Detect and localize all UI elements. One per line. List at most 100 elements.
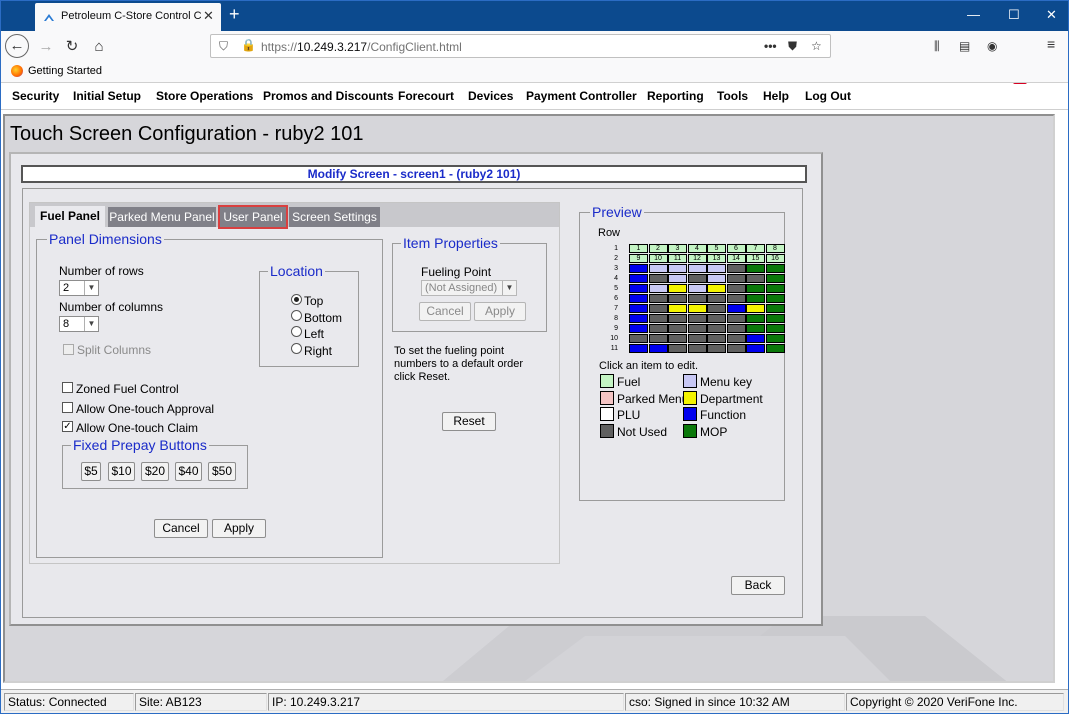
preview-grid-cell[interactable] bbox=[648, 324, 668, 333]
preview-grid-cell[interactable] bbox=[629, 334, 648, 343]
preview-grid-cell[interactable] bbox=[746, 304, 765, 313]
preview-fuel-cell[interactable]: 11 bbox=[668, 254, 687, 263]
url-bar[interactable]: ⛉ 🔒 https://10.249.3.217/ConfigClient.ht… bbox=[210, 34, 831, 58]
back-button[interactable]: Back bbox=[731, 576, 785, 595]
item-cancel-button[interactable]: Cancel bbox=[419, 302, 471, 321]
prepay-50-button[interactable]: $50 bbox=[208, 462, 236, 481]
preview-grid-cell[interactable] bbox=[687, 324, 707, 333]
preview-grid-cell[interactable] bbox=[726, 344, 746, 353]
preview-grid-cell[interactable] bbox=[726, 274, 746, 283]
menu-devices[interactable]: Devices bbox=[468, 89, 513, 103]
reset-button[interactable]: Reset bbox=[442, 412, 496, 431]
preview-grid-cell[interactable] bbox=[746, 294, 765, 303]
library-icon[interactable]: ⫼ bbox=[934, 39, 940, 54]
preview-grid-cell[interactable] bbox=[765, 324, 785, 333]
preview-grid-cell[interactable] bbox=[687, 284, 707, 293]
maximize-icon[interactable]: ☐ bbox=[1008, 7, 1020, 23]
preview-grid-cell[interactable] bbox=[765, 284, 785, 293]
prepay-40-button[interactable]: $40 bbox=[175, 462, 202, 481]
preview-grid-cell[interactable] bbox=[629, 274, 648, 283]
preview-fuel-cell[interactable]: 5 bbox=[707, 244, 726, 253]
pocket-icon[interactable]: ⛊ bbox=[788, 39, 797, 54]
preview-grid-cell[interactable] bbox=[687, 334, 707, 343]
one-touch-approval-checkbox[interactable] bbox=[62, 402, 73, 413]
menu-reporting[interactable]: Reporting bbox=[647, 89, 704, 103]
preview-grid-cell[interactable] bbox=[765, 314, 785, 323]
fueling-point-select[interactable]: (Not Assigned) ▼ bbox=[421, 280, 517, 296]
preview-grid-cell[interactable] bbox=[746, 334, 765, 343]
location-bottom-radio[interactable] bbox=[291, 310, 302, 321]
location-left-radio[interactable] bbox=[291, 326, 302, 337]
preview-grid-cell[interactable] bbox=[629, 324, 648, 333]
browser-tab[interactable]: Petroleum C-Store Control Cen ✕ bbox=[35, 3, 221, 31]
preview-grid-cell[interactable] bbox=[668, 324, 687, 333]
apply-button[interactable]: Apply bbox=[212, 519, 266, 538]
preview-grid-cell[interactable] bbox=[648, 314, 668, 323]
preview-grid-cell[interactable] bbox=[648, 304, 668, 313]
preview-grid-cell[interactable] bbox=[707, 324, 726, 333]
url-text[interactable]: https://10.249.3.217/ConfigClient.html bbox=[261, 40, 462, 54]
preview-grid-cell[interactable] bbox=[726, 324, 746, 333]
preview-grid-cell[interactable] bbox=[687, 304, 707, 313]
preview-fuel-cell[interactable]: 1 bbox=[629, 244, 648, 253]
forward-arrow-icon[interactable]: → bbox=[35, 36, 57, 58]
preview-grid-cell[interactable] bbox=[726, 264, 746, 273]
minimize-icon[interactable]: — bbox=[967, 7, 980, 22]
split-columns-checkbox[interactable] bbox=[63, 344, 74, 355]
menu-initial-setup[interactable]: Initial Setup bbox=[73, 89, 141, 103]
preview-grid-cell[interactable] bbox=[629, 304, 648, 313]
preview-grid-cell[interactable] bbox=[707, 294, 726, 303]
preview-grid-cell[interactable] bbox=[707, 334, 726, 343]
preview-grid-cell[interactable] bbox=[746, 264, 765, 273]
preview-grid-cell[interactable] bbox=[726, 294, 746, 303]
prepay-5-button[interactable]: $5 bbox=[81, 462, 101, 481]
preview-grid-cell[interactable] bbox=[668, 274, 687, 283]
prepay-20-button[interactable]: $20 bbox=[141, 462, 169, 481]
bookmark-getting-started[interactable]: Getting Started bbox=[28, 65, 102, 77]
preview-grid-cell[interactable] bbox=[687, 274, 707, 283]
preview-grid-cell[interactable] bbox=[687, 294, 707, 303]
back-arrow-icon[interactable]: ← bbox=[5, 34, 29, 58]
menu-help[interactable]: Help bbox=[763, 89, 789, 103]
menu-log-out[interactable]: Log Out bbox=[805, 89, 851, 103]
preview-grid-cell[interactable] bbox=[765, 344, 785, 353]
tab-fuel-panel[interactable]: Fuel Panel bbox=[35, 206, 105, 228]
hamburger-menu-icon[interactable]: ≡ bbox=[1047, 36, 1055, 52]
menu-forecourt[interactable]: Forecourt bbox=[398, 89, 454, 103]
preview-grid-cell[interactable] bbox=[668, 294, 687, 303]
preview-grid-cell[interactable] bbox=[629, 294, 648, 303]
preview-grid-cell[interactable] bbox=[707, 284, 726, 293]
preview-grid-cell[interactable] bbox=[648, 334, 668, 343]
preview-grid-cell[interactable] bbox=[765, 334, 785, 343]
preview-grid-cell[interactable] bbox=[687, 314, 707, 323]
tab-parked-menu-panel[interactable]: Parked Menu Panel bbox=[108, 207, 216, 227]
preview-fuel-cell[interactable]: 13 bbox=[707, 254, 726, 263]
reload-icon[interactable]: ↻ bbox=[61, 36, 83, 58]
preview-grid-cell[interactable] bbox=[648, 264, 668, 273]
preview-grid-cell[interactable] bbox=[707, 314, 726, 323]
preview-grid-cell[interactable] bbox=[765, 274, 785, 283]
preview-fuel-cell[interactable]: 15 bbox=[746, 254, 765, 263]
window-close-icon[interactable]: ✕ bbox=[1046, 7, 1057, 23]
preview-grid-cell[interactable] bbox=[629, 314, 648, 323]
preview-grid-cell[interactable] bbox=[687, 264, 707, 273]
preview-fuel-cell[interactable]: 3 bbox=[668, 244, 687, 253]
account-icon[interactable]: ◉ bbox=[987, 39, 997, 53]
preview-grid-cell[interactable] bbox=[668, 284, 687, 293]
tracking-shield-icon[interactable]: ⛉ bbox=[219, 39, 228, 54]
preview-grid-cell[interactable] bbox=[707, 344, 726, 353]
tab-screen-settings[interactable]: Screen Settings bbox=[289, 207, 380, 227]
preview-grid-cell[interactable] bbox=[726, 314, 746, 323]
preview-grid-cell[interactable] bbox=[746, 284, 765, 293]
menu-tools[interactable]: Tools bbox=[717, 89, 748, 103]
preview-grid-cell[interactable] bbox=[629, 264, 648, 273]
preview-grid-cell[interactable] bbox=[668, 304, 687, 313]
preview-fuel-cell[interactable]: 6 bbox=[726, 244, 746, 253]
rows-select[interactable]: 2 ▼ bbox=[59, 280, 99, 296]
preview-fuel-cell[interactable]: 14 bbox=[726, 254, 746, 263]
one-touch-claim-checkbox[interactable]: ✓ bbox=[62, 421, 73, 432]
columns-select[interactable]: 8 ▼ bbox=[59, 316, 99, 332]
preview-grid-cell[interactable] bbox=[726, 284, 746, 293]
preview-fuel-cell[interactable]: 8 bbox=[765, 244, 785, 253]
tab-close-icon[interactable]: ✕ bbox=[203, 8, 214, 24]
